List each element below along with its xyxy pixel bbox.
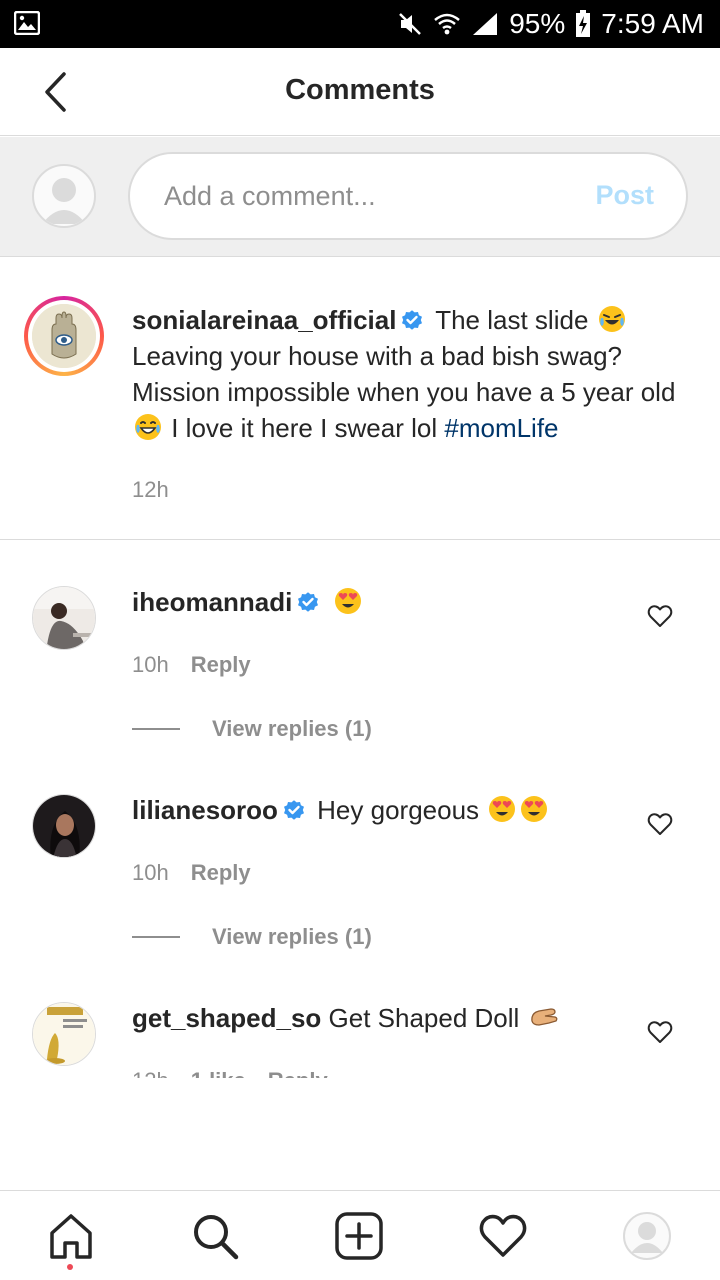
comment-input-placeholder: Add a comment... [164, 181, 376, 211]
clock: 7:59 AM [601, 8, 704, 39]
view-replies-label: View replies (1) [212, 716, 372, 741]
comment-text: get_shaped_so Get Shaped Doll [132, 1002, 632, 1036]
comment-compose-bar: Add a comment... Post [0, 137, 720, 257]
divider-line [132, 728, 180, 730]
reply-button[interactable]: Reply [191, 860, 251, 886]
view-replies-button[interactable]: View replies (1) [132, 924, 372, 950]
header: Comments [0, 48, 720, 136]
heart-outline-icon[interactable] [647, 1020, 673, 1044]
heart-eyes-emoji-icon [520, 795, 548, 823]
commenter-avatar[interactable] [32, 586, 96, 650]
caption-text-2: Leaving your house with a bad bish swag?… [132, 341, 676, 407]
heart-outline-icon[interactable] [647, 604, 673, 628]
comment-meta: 10h Reply [132, 860, 251, 886]
status-bar: 95% 7:59 AM [0, 0, 720, 48]
comment-username[interactable]: iheomannadi [132, 587, 292, 617]
reply-button[interactable]: Reply [268, 1068, 328, 1078]
page-title: Comments [285, 74, 435, 106]
caption-text-1: The last slide [435, 305, 589, 335]
my-avatar [32, 164, 96, 228]
author-avatar[interactable] [24, 296, 104, 376]
post-caption: sonialareinaa_official The last slide Le… [0, 258, 720, 540]
post-button[interactable]: Post [595, 180, 654, 211]
view-replies-label: View replies (1) [212, 924, 372, 949]
notification-dot [67, 1264, 73, 1270]
profile-icon[interactable] [622, 1211, 672, 1261]
comment-meta: 10h Reply [132, 652, 251, 678]
battery-percent: 95% [509, 8, 566, 39]
signal-icon [471, 11, 499, 37]
divider-line [132, 936, 180, 938]
gallery-notification-icon [13, 10, 41, 36]
battery-charging-icon [575, 10, 591, 38]
caption-text-3: I love it here I swear lol [171, 413, 438, 443]
mute-icon [397, 11, 423, 37]
comment-text: iheomannadi [132, 584, 612, 620]
wifi-icon [433, 12, 461, 36]
likes-count[interactable]: 1 like [191, 1068, 246, 1078]
comment-timestamp: 10h [132, 652, 169, 677]
grinning-sweat-emoji-icon [134, 413, 162, 441]
laughing-crying-emoji-icon [598, 305, 626, 333]
comment-timestamp: 12h [132, 1068, 169, 1078]
caption-timestamp: 12h [132, 477, 169, 502]
caption-username[interactable]: sonialareinaa_official [132, 305, 396, 335]
comment-timestamp: 10h [132, 860, 169, 885]
comment-meta: 12h 1 like Reply [132, 1068, 328, 1078]
home-icon[interactable] [46, 1211, 96, 1261]
view-replies-button[interactable]: View replies (1) [132, 716, 372, 742]
search-icon[interactable] [190, 1211, 240, 1261]
commenter-avatar[interactable] [32, 794, 96, 858]
activity-heart-icon[interactable] [478, 1211, 528, 1261]
comment-username[interactable]: get_shaped_so [132, 1003, 321, 1033]
heart-eyes-emoji-icon [334, 587, 362, 615]
comment-username[interactable]: lilianesoroo [132, 795, 278, 825]
comment-body: Get Shaped Doll [328, 1003, 520, 1033]
comment-body: Hey gorgeous [317, 795, 480, 825]
comment-text: lilianesoroo Hey gorgeous [132, 792, 612, 828]
verified-badge-icon [282, 795, 306, 820]
reply-button[interactable]: Reply [191, 652, 251, 678]
commenter-avatar[interactable] [32, 1002, 96, 1066]
heart-outline-icon[interactable] [647, 812, 673, 836]
verified-badge-icon [400, 305, 424, 330]
heart-eyes-emoji-icon [488, 795, 516, 823]
new-post-icon[interactable] [334, 1211, 384, 1261]
verified-badge-icon [296, 587, 320, 612]
comment-input[interactable]: Add a comment... Post [128, 152, 688, 240]
caption-text: sonialareinaa_official The last slide Le… [132, 302, 692, 446]
hamsa-avatar-image [32, 304, 96, 368]
pinching-hand-emoji-icon [529, 1003, 558, 1031]
comment-item: get_shaped_so Get Shaped Doll 12h 1 like… [0, 1002, 720, 1078]
bottom-navigation [0, 1190, 720, 1280]
hashtag-link[interactable]: #momLife [444, 413, 558, 443]
